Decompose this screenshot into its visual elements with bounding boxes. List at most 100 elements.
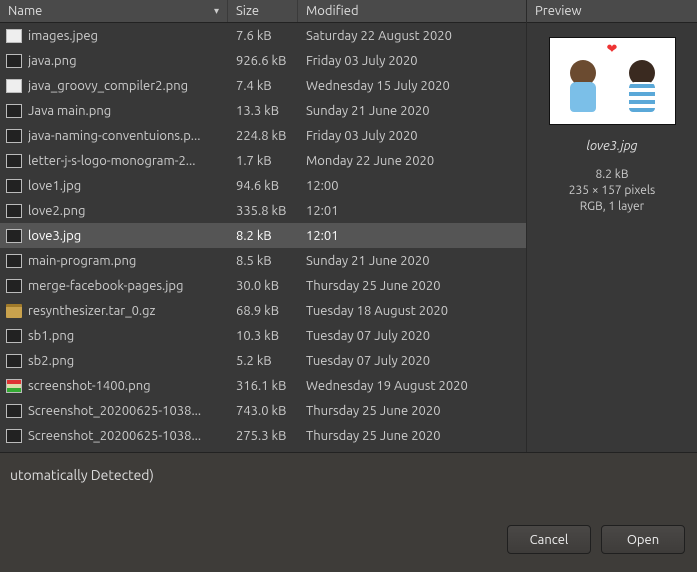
file-row-name-cell: screenshot-1400.png xyxy=(0,379,228,393)
file-size-label: 1.7 kB xyxy=(228,154,298,168)
file-row-name-cell: merge-facebook-pages.jpg xyxy=(0,279,228,293)
file-name-label: merge-facebook-pages.jpg xyxy=(28,279,228,293)
file-row[interactable]: Java main.png13.3 kBSunday 21 June 2020 xyxy=(0,98,526,123)
image-file-icon xyxy=(6,279,22,293)
cancel-button[interactable]: Cancel xyxy=(507,525,591,554)
file-row[interactable]: java-naming-conventuions.p...224.8 kBFri… xyxy=(0,123,526,148)
image-file-icon xyxy=(6,104,22,118)
file-row[interactable]: sb2.png5.2 kBTuesday 07 July 2020 xyxy=(0,348,526,373)
preview-size: 8.2 kB xyxy=(533,167,691,183)
file-row-name-cell: Screenshot_20200625-1038... xyxy=(0,429,228,443)
image-file-icon xyxy=(6,354,22,368)
file-row[interactable]: Screenshot_20200625-1038...743.0 kBThurs… xyxy=(0,398,526,423)
image-file-icon xyxy=(6,254,22,268)
image-file-icon xyxy=(6,179,22,193)
file-name-label: main-program.png xyxy=(28,254,228,268)
column-header-modified[interactable]: Modified xyxy=(298,0,526,22)
heart-icon: ❤ xyxy=(607,42,618,57)
file-size-label: 224.8 kB xyxy=(228,129,298,143)
file-name-label: love2.png xyxy=(28,204,228,218)
file-row-name-cell: sb1.png xyxy=(0,329,228,343)
image-file-icon xyxy=(6,204,22,218)
image-file-icon xyxy=(6,229,22,243)
file-name-label: java-naming-conventuions.p... xyxy=(28,129,228,143)
image-file-icon xyxy=(6,29,22,43)
column-header-name-label: Name xyxy=(8,0,42,22)
image-file-icon xyxy=(6,429,22,443)
file-row[interactable]: love3.jpg8.2 kB12:01 xyxy=(0,223,526,248)
file-size-label: 13.3 kB xyxy=(228,104,298,118)
image-file-icon xyxy=(6,154,22,168)
file-name-label: love1.jpg xyxy=(28,179,228,193)
preview-figure-boy xyxy=(566,60,600,118)
file-modified-label: Friday 03 July 2020 xyxy=(298,129,526,143)
file-name-label: letter-j-s-logo-monogram-2... xyxy=(28,154,228,168)
preview-dimensions: 235 × 157 pixels xyxy=(533,183,691,199)
file-name-label: java.png xyxy=(28,54,228,68)
file-size-label: 7.6 kB xyxy=(228,29,298,43)
file-row-name-cell: java_groovy_compiler2.png xyxy=(0,79,228,93)
file-modified-label: Thursday 25 June 2020 xyxy=(298,404,526,418)
file-modified-label: Tuesday 07 July 2020 xyxy=(298,329,526,343)
file-modified-label: Sunday 21 June 2020 xyxy=(298,254,526,268)
preview-figure-girl xyxy=(625,60,659,118)
file-row-name-cell: resynthesizer.tar_0.gz xyxy=(0,304,228,318)
file-size-label: 10.3 kB xyxy=(228,329,298,343)
archive-icon xyxy=(6,304,22,318)
file-row[interactable]: Screenshot_20200625-1038...275.3 kBThurs… xyxy=(0,423,526,448)
file-name-label: Java main.png xyxy=(28,104,228,118)
file-modified-label: Sunday 21 June 2020 xyxy=(298,104,526,118)
file-name-label: java_groovy_compiler2.png xyxy=(28,79,228,93)
image-file-icon xyxy=(6,79,22,93)
file-modified-label: Tuesday 18 August 2020 xyxy=(298,304,526,318)
file-row[interactable]: images.jpeg7.6 kBSaturday 22 August 2020 xyxy=(0,23,526,48)
file-row-name-cell: sb2.png xyxy=(0,354,228,368)
image-file-icon xyxy=(6,329,22,343)
file-row-name-cell: love3.jpg xyxy=(0,229,228,243)
file-modified-label: Thursday 25 June 2020 xyxy=(298,279,526,293)
file-row-name-cell: love2.png xyxy=(0,204,228,218)
file-row-name-cell: Screenshot_20200625-1038... xyxy=(0,404,228,418)
file-size-label: 8.2 kB xyxy=(228,229,298,243)
file-row[interactable]: main-program.png8.5 kBSunday 21 June 202… xyxy=(0,248,526,273)
file-size-label: 275.3 kB xyxy=(228,429,298,443)
file-size-label: 316.1 kB xyxy=(228,379,298,393)
preview-filename: love3.jpg xyxy=(533,139,691,153)
file-size-label: 743.0 kB xyxy=(228,404,298,418)
file-name-label: images.jpeg xyxy=(28,29,228,43)
open-button[interactable]: Open xyxy=(601,525,685,554)
file-row[interactable]: love2.png335.8 kB12:01 xyxy=(0,198,526,223)
preview-mode: RGB, 1 layer xyxy=(533,199,691,215)
chevron-down-icon: ▾ xyxy=(214,0,219,22)
column-header-modified-label: Modified xyxy=(306,0,359,22)
file-row[interactable]: screenshot-1400.png316.1 kBWednesday 19 … xyxy=(0,373,526,398)
file-row[interactable]: java_groovy_compiler2.png7.4 kBWednesday… xyxy=(0,73,526,98)
file-row[interactable]: letter-j-s-logo-monogram-2...1.7 kBMonda… xyxy=(0,148,526,173)
file-name-label: love3.jpg xyxy=(28,229,228,243)
image-file-icon xyxy=(6,129,22,143)
dialog-buttons: Cancel Open xyxy=(507,525,685,554)
file-name-label: resynthesizer.tar_0.gz xyxy=(28,304,228,318)
file-size-label: 7.4 kB xyxy=(228,79,298,93)
file-row[interactable]: resynthesizer.tar_0.gz68.9 kBTuesday 18 … xyxy=(0,298,526,323)
file-row-name-cell: java.png xyxy=(0,54,228,68)
file-row[interactable]: love1.jpg94.6 kB12:00 xyxy=(0,173,526,198)
file-modified-label: Monday 22 June 2020 xyxy=(298,154,526,168)
file-name-label: sb1.png xyxy=(28,329,228,343)
file-size-label: 68.9 kB xyxy=(228,304,298,318)
preview-pane: Preview ❤ love3.jpg 8.2 kB 235 × 157 pix… xyxy=(527,0,697,452)
file-name-label: screenshot-1400.png xyxy=(28,379,228,393)
file-modified-label: 12:01 xyxy=(298,229,526,243)
file-row[interactable]: sb1.png10.3 kBTuesday 07 July 2020 xyxy=(0,323,526,348)
file-row[interactable]: java.png926.6 kBFriday 03 July 2020 xyxy=(0,48,526,73)
file-modified-label: 12:00 xyxy=(298,179,526,193)
file-size-label: 335.8 kB xyxy=(228,204,298,218)
file-size-label: 5.2 kB xyxy=(228,354,298,368)
file-row[interactable]: merge-facebook-pages.jpg30.0 kBThursday … xyxy=(0,273,526,298)
image-file-icon xyxy=(6,404,22,418)
column-header-size[interactable]: Size xyxy=(228,0,298,22)
image-file-icon xyxy=(6,379,22,393)
file-name-label: sb2.png xyxy=(28,354,228,368)
column-header-name[interactable]: Name ▾ xyxy=(0,0,228,22)
file-list[interactable]: images.jpeg7.6 kBSaturday 22 August 2020… xyxy=(0,23,526,452)
